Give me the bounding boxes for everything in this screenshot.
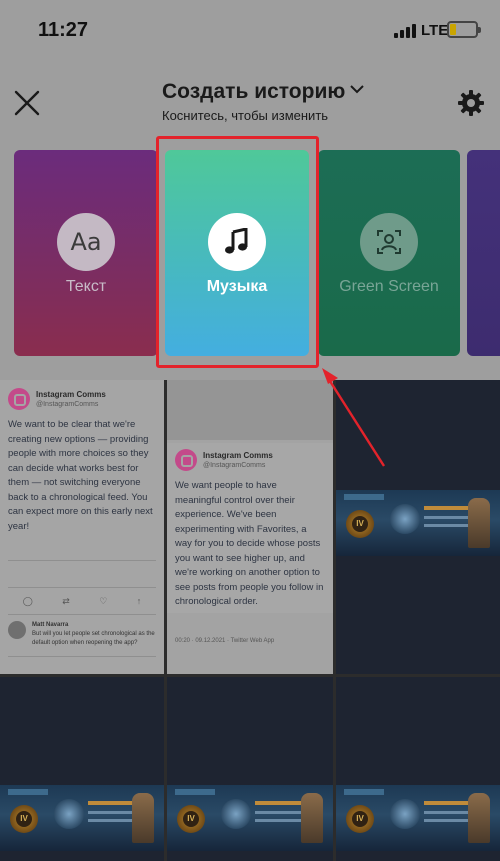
instagram-logo-icon [175, 449, 197, 471]
status-time: 11:27 [38, 19, 89, 41]
story-title-dropdown[interactable]: Создать историю Коснитесь, чтобы изменит… [162, 80, 365, 123]
close-button[interactable] [12, 88, 42, 118]
gallery-tile[interactable]: IV [0, 677, 164, 861]
avatar [8, 621, 26, 639]
gear-icon [458, 90, 484, 116]
mode-card-next[interactable] [467, 150, 500, 356]
mode-label-text: Текст [65, 278, 107, 295]
mode-label-green-screen: Green Screen [339, 278, 439, 295]
tweet-screenshot: Instagram Comms @InstagramComms We want … [0, 388, 164, 674]
chevron-down-icon [350, 85, 365, 94]
tweet-reply: Matt Navarra But will you let people set… [8, 621, 156, 648]
gallery-tile[interactable]: IV [336, 677, 500, 861]
signal-icon [394, 24, 418, 38]
game-screenshot: IV [167, 785, 333, 851]
mode-card-text[interactable]: Aa Текст [14, 150, 158, 356]
game-screenshot: IV [0, 785, 164, 851]
tweet-actions: ◯ ⇄ ♡ ↑ [22, 596, 142, 606]
battery-level [450, 24, 456, 35]
battery-icon [447, 21, 481, 38]
page-title: Создать историю [162, 80, 346, 103]
green-screen-icon [360, 213, 418, 271]
settings-button[interactable] [457, 89, 485, 117]
network-label: LTE [421, 22, 449, 39]
close-icon [14, 90, 40, 116]
page-subtitle: Коснитесь, чтобы изменить [162, 108, 329, 123]
mode-card-green-screen[interactable]: Green Screen [318, 150, 460, 356]
instagram-logo-icon [8, 388, 30, 410]
gallery-tile[interactable]: Instagram Comms @InstagramComms We want … [167, 380, 333, 674]
gallery-tile[interactable]: IV [167, 677, 333, 861]
text-mode-icon: Aa [57, 213, 115, 271]
gallery-tile[interactable]: IV [336, 380, 500, 674]
gallery-tile[interactable]: Instagram Comms @InstagramComms We want … [0, 380, 164, 674]
tweet-screenshot: Instagram Comms @InstagramComms We want … [167, 443, 333, 644]
game-screenshot: IV [336, 785, 500, 851]
highlight-box [156, 136, 319, 368]
game-screenshot: IV [336, 490, 500, 556]
